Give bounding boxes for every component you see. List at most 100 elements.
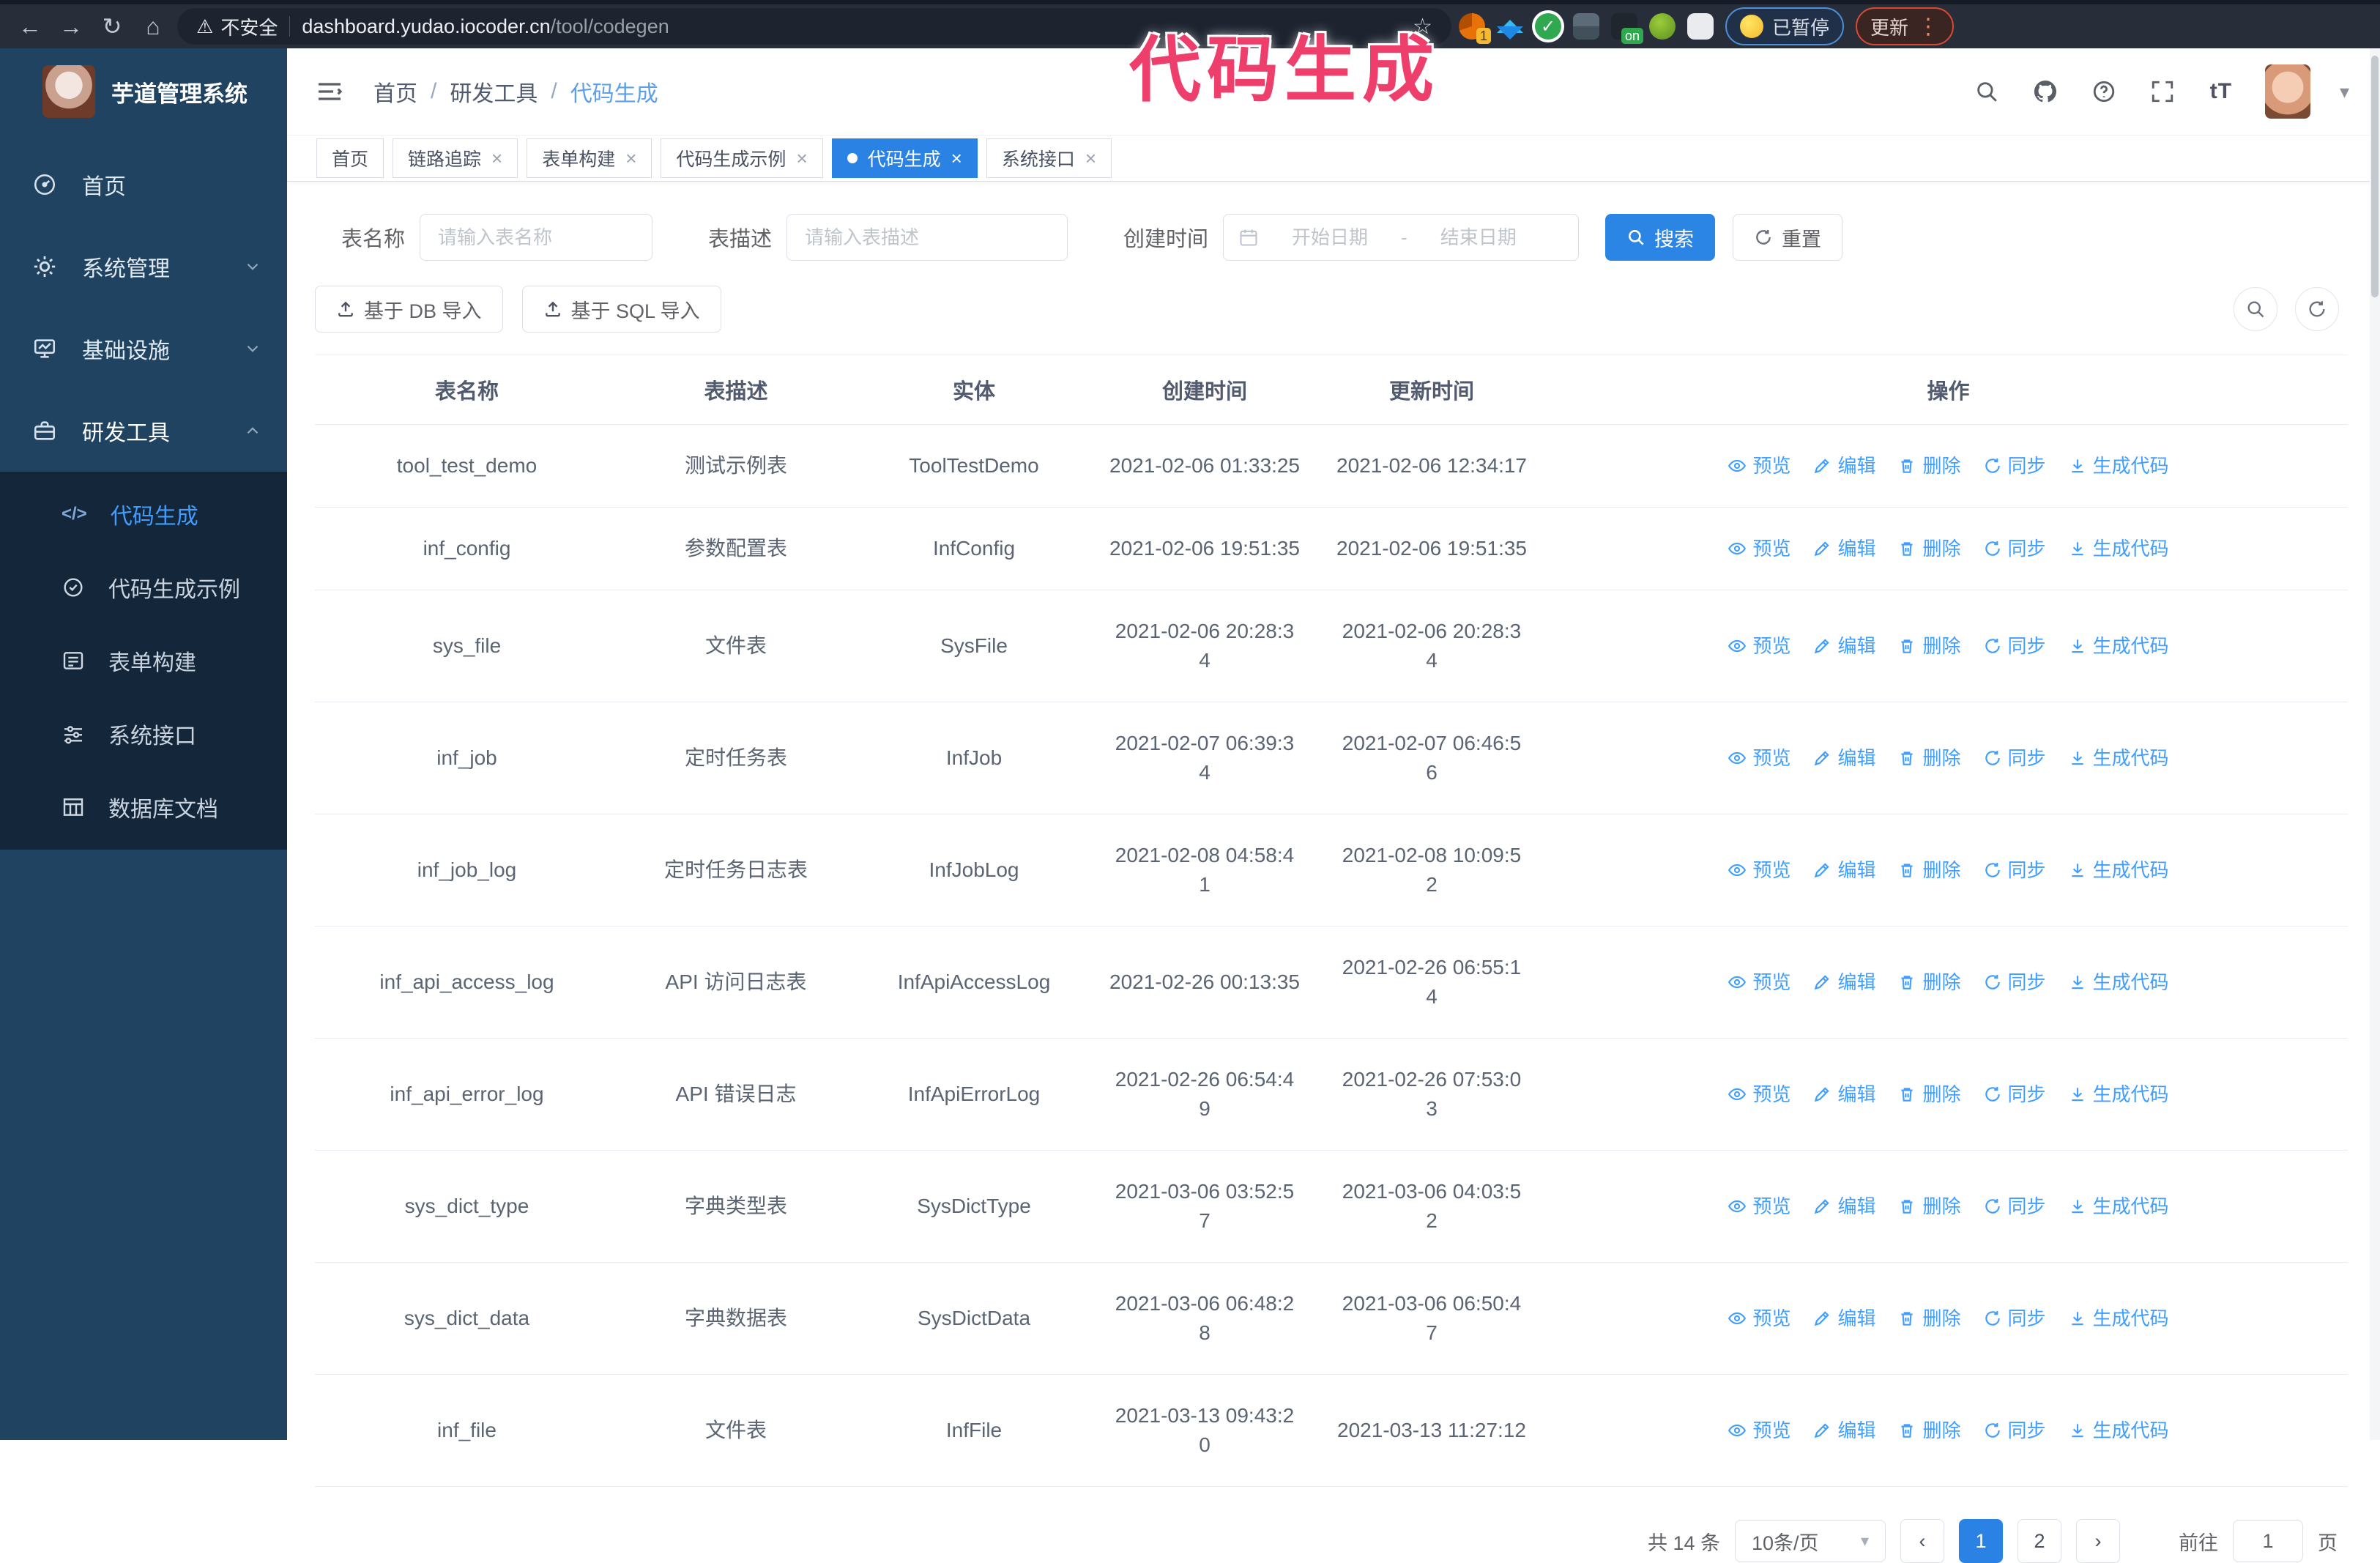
browser-back-button[interactable]: ← <box>13 10 47 43</box>
show-search-toggle-button[interactable] <box>2234 287 2277 331</box>
edit-link[interactable]: 编辑 <box>1812 1080 1875 1109</box>
close-icon[interactable]: × <box>1085 147 1096 170</box>
edit-link[interactable]: 编辑 <box>1812 451 1875 480</box>
sync-link[interactable]: 同步 <box>1983 1080 2046 1109</box>
sidebar-item-codegen-example[interactable]: 代码生成示例 <box>0 551 287 624</box>
sync-link[interactable]: 同步 <box>1983 451 2046 480</box>
preview-link[interactable]: 预览 <box>1728 631 1790 661</box>
next-page-button[interactable]: › <box>2076 1519 2120 1563</box>
extension-grid-icon[interactable] <box>1573 13 1599 40</box>
preview-link[interactable]: 预览 <box>1728 534 1790 563</box>
generate-code-link[interactable]: 生成代码 <box>2068 855 2169 885</box>
user-avatar[interactable] <box>2264 64 2310 119</box>
generate-code-link[interactable]: 生成代码 <box>2068 1304 2169 1333</box>
update-chip[interactable]: 更新 ⋮ <box>1856 7 1955 45</box>
preview-link[interactable]: 预览 <box>1728 968 1790 997</box>
tab-home[interactable]: 首页 <box>316 138 384 178</box>
sidebar-item-codegen[interactable]: </> 代码生成 <box>0 478 287 551</box>
preview-link[interactable]: 预览 <box>1728 1080 1790 1109</box>
generate-code-link[interactable]: 生成代码 <box>2068 743 2169 773</box>
sidebar-item-devtools[interactable]: 研发工具 <box>0 390 287 472</box>
generate-code-link[interactable]: 生成代码 <box>2068 1080 2169 1109</box>
tab-trace[interactable]: 链路追踪 × <box>393 138 518 178</box>
preview-link[interactable]: 预览 <box>1728 743 1790 773</box>
breadcrumb-home[interactable]: 首页 <box>373 75 417 108</box>
edit-link[interactable]: 编辑 <box>1812 855 1875 885</box>
close-icon[interactable]: × <box>951 147 962 170</box>
help-icon[interactable] <box>2089 77 2119 106</box>
edit-link[interactable]: 编辑 <box>1812 1192 1875 1221</box>
scrollbar-thumb[interactable] <box>2371 56 2379 297</box>
breadcrumb-devtools[interactable]: 研发工具 <box>450 75 538 108</box>
extension-icon-dark[interactable]: on <box>1611 13 1643 44</box>
app-logo[interactable]: 芋道管理系统 <box>0 48 287 135</box>
import-sql-button[interactable]: 基于 SQL 导入 <box>521 286 721 333</box>
close-icon[interactable]: × <box>491 147 502 170</box>
page-button-2[interactable]: 2 <box>2018 1519 2061 1563</box>
browser-forward-button[interactable]: → <box>54 10 88 43</box>
edit-link[interactable]: 编辑 <box>1812 1304 1875 1333</box>
search-icon[interactable] <box>1972 77 2001 106</box>
page-size-select[interactable]: 10条/页 ▾ <box>1735 1520 1886 1562</box>
page-button-1[interactable]: 1 <box>1959 1519 2003 1563</box>
delete-link[interactable]: 删除 <box>1897 534 1961 563</box>
font-size-icon[interactable]: tT <box>2206 77 2236 106</box>
delete-link[interactable]: 删除 <box>1897 968 1961 997</box>
avatar-caret-down-icon[interactable]: ▾ <box>2340 81 2349 103</box>
extensions-puzzle-icon[interactable] <box>1687 13 1714 40</box>
tab-codegen-example[interactable]: 代码生成示例 × <box>661 138 823 178</box>
generate-code-link[interactable]: 生成代码 <box>2068 451 2169 480</box>
preview-link[interactable]: 预览 <box>1728 1192 1790 1221</box>
end-date-input[interactable] <box>1414 225 1542 250</box>
sync-link[interactable]: 同步 <box>1983 968 2046 997</box>
extension-icon[interactable]: 1 <box>1459 13 1491 44</box>
preview-link[interactable]: 预览 <box>1728 451 1790 480</box>
refresh-table-button[interactable] <box>2295 287 2339 331</box>
delete-link[interactable]: 删除 <box>1897 1080 1961 1109</box>
sync-link[interactable]: 同步 <box>1983 631 2046 661</box>
sync-link[interactable]: 同步 <box>1983 534 2046 563</box>
delete-link[interactable]: 删除 <box>1897 1192 1961 1221</box>
edit-link[interactable]: 编辑 <box>1812 1416 1875 1445</box>
sidebar-item-home[interactable]: 首页 <box>0 144 287 226</box>
sync-link[interactable]: 同步 <box>1983 743 2046 773</box>
sync-link[interactable]: 同步 <box>1983 855 2046 885</box>
generate-code-link[interactable]: 生成代码 <box>2068 534 2169 563</box>
github-icon[interactable] <box>2031 77 2060 106</box>
edit-link[interactable]: 编辑 <box>1812 743 1875 773</box>
sidebar-toggle-icon[interactable] <box>315 77 344 106</box>
table-name-input[interactable] <box>420 214 653 261</box>
tab-codegen[interactable]: 代码生成 × <box>831 138 978 178</box>
sidebar-item-system[interactable]: 系统管理 <box>0 226 287 308</box>
delete-link[interactable]: 删除 <box>1897 855 1961 885</box>
delete-link[interactable]: 删除 <box>1897 631 1961 661</box>
sidebar-item-form-builder[interactable]: 表单构建 <box>0 624 287 697</box>
security-indicator[interactable]: ⚠ 不安全 <box>196 13 278 40</box>
preview-link[interactable]: 预览 <box>1728 855 1790 885</box>
generate-code-link[interactable]: 生成代码 <box>2068 1416 2169 1445</box>
reset-button[interactable]: 重置 <box>1733 214 1843 261</box>
browser-menu-icon[interactable]: ⋮ <box>1917 14 1939 40</box>
edit-link[interactable]: 编辑 <box>1812 631 1875 661</box>
search-button[interactable]: 搜索 <box>1605 214 1716 261</box>
preview-link[interactable]: 预览 <box>1728 1416 1790 1445</box>
edit-link[interactable]: 编辑 <box>1812 968 1875 997</box>
table-desc-input[interactable] <box>786 214 1068 261</box>
fullscreen-icon[interactable] <box>2148 77 2177 106</box>
tab-form-builder[interactable]: 表单构建 × <box>527 138 652 178</box>
prev-page-button[interactable]: ‹ <box>1900 1519 1944 1563</box>
paused-chip[interactable]: 已暂停 <box>1725 7 1845 45</box>
edit-link[interactable]: 编辑 <box>1812 534 1875 563</box>
delete-link[interactable]: 删除 <box>1897 1416 1961 1445</box>
sync-link[interactable]: 同步 <box>1983 1304 2046 1333</box>
sync-link[interactable]: 同步 <box>1983 1192 2046 1221</box>
extension-icon-green[interactable] <box>1649 13 1676 40</box>
extension-check-icon[interactable]: ✓ <box>1535 13 1561 40</box>
sidebar-item-infra[interactable]: 基础设施 <box>0 308 287 390</box>
sync-link[interactable]: 同步 <box>1983 1416 2046 1445</box>
close-icon[interactable]: × <box>796 147 807 170</box>
sidebar-item-system-api[interactable]: 系统接口 <box>0 697 287 771</box>
generate-code-link[interactable]: 生成代码 <box>2068 1192 2169 1221</box>
sidebar-item-db-docs[interactable]: 数据库文档 <box>0 771 287 844</box>
tab-system-api[interactable]: 系统接口 × <box>986 138 1112 178</box>
